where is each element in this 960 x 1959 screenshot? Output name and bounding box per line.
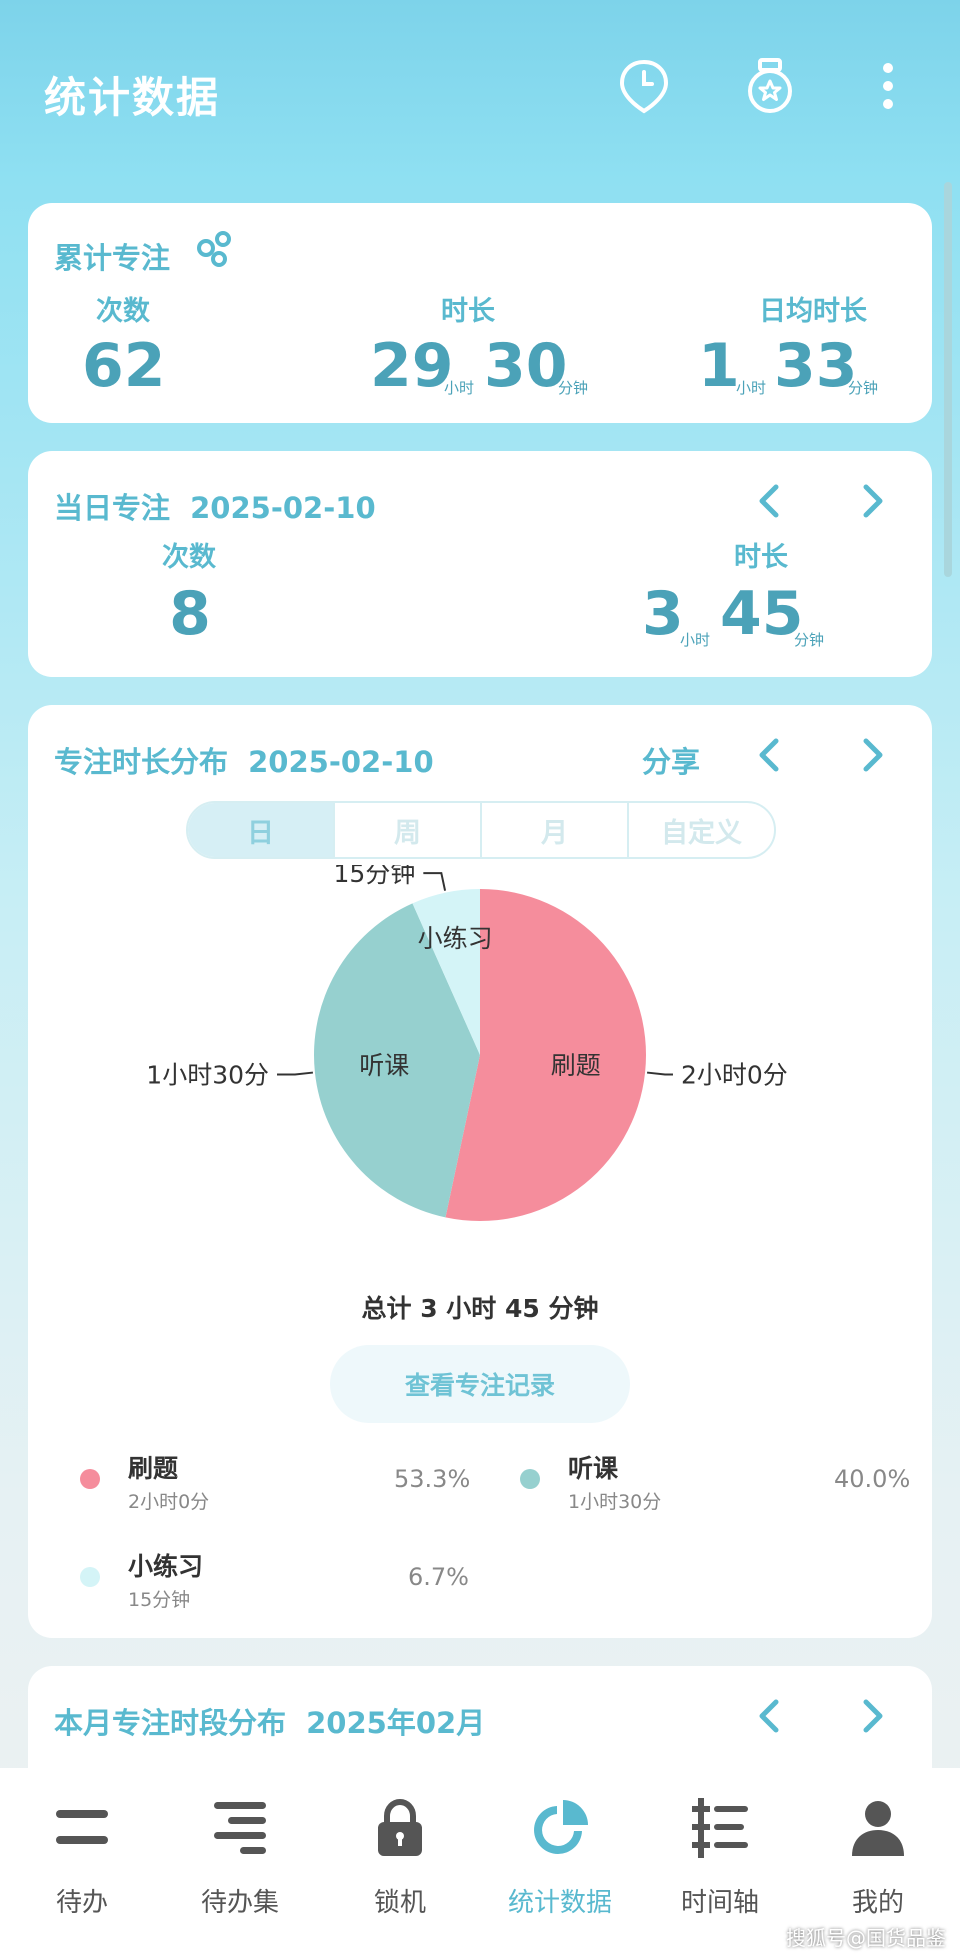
- total-hours-value: 29: [370, 331, 454, 401]
- month-title-text: 本月专注时段分布: [54, 1706, 287, 1740]
- chevron-left-icon[interactable]: [750, 735, 790, 775]
- period-tabs: 日 周 月 自定义: [186, 801, 776, 859]
- pie-slice-name: 小练习: [418, 924, 493, 953]
- count-label: 次数: [162, 542, 216, 573]
- total-focus-title: 累计专注: [54, 241, 171, 275]
- nav-timeline[interactable]: 时间轴: [640, 1768, 800, 1959]
- bubbles-icon[interactable]: [196, 229, 238, 269]
- share-button[interactable]: 分享: [642, 739, 700, 781]
- day-focus-title: 当日专注 2025-02-10: [54, 485, 376, 527]
- daily-avg-hours-value: 1: [698, 331, 740, 401]
- daily-avg-minutes-value: 33: [774, 331, 858, 401]
- legend-dot: [80, 1469, 100, 1489]
- hours-unit: 小时: [680, 631, 711, 649]
- medal-icon[interactable]: [740, 56, 800, 116]
- pie-leader-line: [423, 872, 447, 891]
- bottom-nav: 待办 待办集 锁机 统计数据 时间轴 我的 搜狐号@国货品鉴: [0, 1768, 960, 1959]
- legend-sub: 15分钟: [128, 1589, 191, 1611]
- nav-todo[interactable]: 待办: [2, 1768, 162, 1959]
- duration-label: 时长: [441, 296, 495, 327]
- nav-label: 待办集: [200, 1888, 279, 1918]
- distribution-title: 专注时长分布 2025-02-10: [54, 739, 434, 781]
- legend-name: 听课: [568, 1454, 619, 1483]
- count-label: 次数: [96, 296, 150, 327]
- legend-dot: [80, 1567, 100, 1587]
- legend-sub: 1小时30分: [568, 1491, 662, 1513]
- clock-location-icon[interactable]: [614, 56, 674, 116]
- legend-name: 小练习: [128, 1552, 204, 1581]
- nav-lock[interactable]: 锁机: [320, 1768, 480, 1959]
- tab-week[interactable]: 周: [335, 803, 482, 857]
- chevron-right-icon[interactable]: [852, 481, 892, 521]
- legend-name: 刷题: [128, 1454, 179, 1483]
- day-focus-card: 当日专注 2025-02-10 次数 8 时长 3 小时 45 分钟: [28, 451, 932, 677]
- legend-percent: 53.3%: [394, 1465, 471, 1493]
- hours-unit: 小时: [736, 379, 767, 397]
- nav-label: 我的: [851, 1888, 904, 1918]
- timeline-icon: [692, 1798, 748, 1858]
- nav-label: 时间轴: [680, 1888, 759, 1918]
- hours-unit: 小时: [444, 379, 475, 397]
- todo-icon: [56, 1810, 108, 1844]
- total-minutes-value: 30: [484, 331, 568, 401]
- day-hours-value: 3: [642, 579, 684, 649]
- nav-stats[interactable]: 统计数据: [480, 1768, 640, 1959]
- legend-sub: 2小时0分: [128, 1491, 210, 1513]
- day-minutes-value: 45: [720, 579, 804, 649]
- pie-slice-value-label: 15分钟: [334, 865, 416, 888]
- focus-pie-chart: 刷题 2小时0分 听课 1小时30分 小练习 15分钟: [146, 865, 788, 1221]
- chevron-left-icon[interactable]: [750, 481, 790, 521]
- legend-dot: [520, 1469, 540, 1489]
- total-duration-text: 总计 3 小时 45 分钟: [361, 1294, 599, 1323]
- minutes-unit: 分钟: [794, 631, 825, 649]
- day-focus-date: 2025-02-10: [190, 491, 376, 525]
- chevron-right-icon[interactable]: [852, 1696, 892, 1736]
- nav-todo-set[interactable]: 待办集: [160, 1768, 320, 1959]
- legend-percent: 6.7%: [408, 1563, 469, 1591]
- minutes-unit: 分钟: [558, 379, 589, 397]
- day-focus-title-text: 当日专注: [54, 491, 171, 525]
- total-count-value: 62: [82, 331, 166, 401]
- month-distribution-title: 本月专注时段分布 2025年02月: [54, 1700, 485, 1742]
- distribution-card: 专注时长分布 2025-02-10 分享 日 周 月 自定义 刷题 2小时0分 听课…: [28, 705, 932, 1638]
- month-date: 2025年02月: [306, 1706, 486, 1740]
- duration-label: 时长: [734, 542, 788, 573]
- nav-label: 锁机: [373, 1888, 426, 1918]
- view-records-button[interactable]: 查看专注记录: [330, 1345, 630, 1423]
- distribution-title-text: 专注时长分布: [54, 745, 229, 779]
- page-title: 统计数据: [44, 73, 221, 122]
- distribution-date: 2025-02-10: [248, 745, 434, 779]
- pie-leader-line: [646, 1071, 673, 1076]
- pie-leader-line: [277, 1071, 314, 1076]
- total-focus-card: 累计专注 次数 62 时长 29 小时 30 分钟 日均时长 1 小时 33 分…: [28, 203, 932, 423]
- profile-icon: [852, 1801, 904, 1856]
- more-menu-icon[interactable]: [858, 56, 918, 116]
- chevron-left-icon[interactable]: [750, 1696, 790, 1736]
- pie-slice-name: 听课: [359, 1051, 409, 1080]
- tab-custom[interactable]: 自定义: [629, 803, 774, 857]
- lock-icon: [378, 1798, 422, 1856]
- nav-label: 待办: [55, 1888, 108, 1918]
- tab-month[interactable]: 月: [482, 803, 629, 857]
- scrollbar[interactable]: [944, 182, 952, 577]
- day-count-value: 8: [169, 579, 211, 649]
- pie-slice-value-label: 1小时30分: [146, 1060, 269, 1089]
- nav-label: 统计数据: [507, 1888, 612, 1918]
- chevron-right-icon[interactable]: [852, 735, 892, 775]
- minutes-unit: 分钟: [848, 379, 879, 397]
- stats-pie-icon: [534, 1800, 588, 1854]
- pie-slice-value-label: 2小时0分: [681, 1060, 788, 1089]
- watermark: 搜狐号@国货品鉴: [786, 1926, 946, 1950]
- top-bar: 统计数据: [0, 0, 960, 180]
- pie-slice-name: 刷题: [551, 1051, 601, 1080]
- legend-percent: 40.0%: [834, 1465, 911, 1493]
- todo-set-icon: [214, 1802, 266, 1854]
- daily-avg-label: 日均时长: [759, 296, 867, 327]
- tab-day[interactable]: 日: [188, 803, 335, 857]
